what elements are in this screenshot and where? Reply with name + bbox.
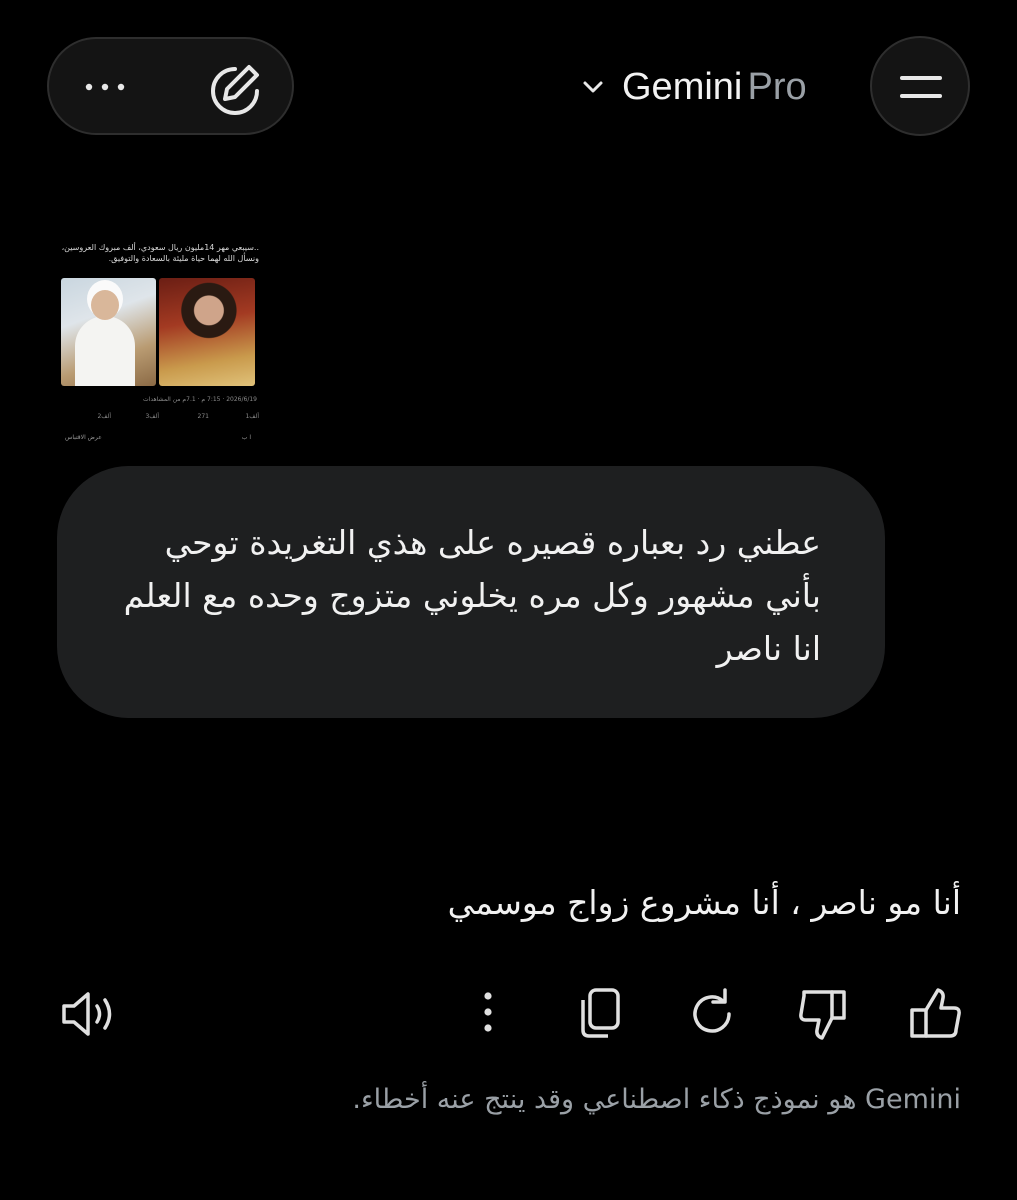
tweet-footer-left: عرض الاقتباس <box>65 434 102 441</box>
tweet-reposts: 271 <box>197 413 209 420</box>
tweet-text: ..سيبعي مهر 14مليون ريال سعودي، ألف مبرو… <box>61 243 259 263</box>
model-response-text: أنا مو ناصر ، أنا مشروع زواج موسمي <box>447 883 961 922</box>
model-switcher[interactable]: Gemini Pro <box>580 60 807 114</box>
copy-icon <box>581 988 620 1038</box>
regenerate-button[interactable] <box>682 984 742 1044</box>
tweet-bookmarks: 2ألف <box>97 413 111 420</box>
menu-button[interactable] <box>870 36 970 136</box>
tweet-likes: 3ألف <box>145 413 159 420</box>
header-actions-pill <box>47 37 294 135</box>
user-message-bubble[interactable]: عطني رد بعباره قصيره على هذي التغريدة تو… <box>57 466 885 718</box>
tweet-replies: 1ألف <box>245 413 259 420</box>
user-message-text: عطني رد بعباره قصيره على هذي التغريدة تو… <box>123 523 821 668</box>
tweet-actions: 1ألف 271 3ألف 2ألف <box>59 413 259 425</box>
app-tier: Pro <box>747 65 807 108</box>
tweet-photo-bride <box>159 278 255 386</box>
new-chat-pen-icon[interactable] <box>205 61 265 115</box>
tweet-meta: 2026/6/19 · 7:15 م · 7.1م من المشاهدات <box>143 396 257 403</box>
like-button[interactable] <box>904 984 964 1044</box>
dislike-button[interactable] <box>794 984 854 1044</box>
tweet-footer-right: ا ب <box>241 434 251 441</box>
thumbs-up-icon <box>910 988 961 1038</box>
speaker-icon <box>62 992 112 1036</box>
tweet-photo-groom <box>61 278 156 386</box>
more-horizontal-icon[interactable] <box>81 72 129 102</box>
disclaimer-text: Gemini هو نموذج ذكاء اصطناعي وقد ينتج عن… <box>352 1084 961 1115</box>
refresh-icon <box>693 988 731 1033</box>
listen-button[interactable] <box>60 984 120 1044</box>
menu-icon <box>900 76 942 98</box>
chevron-down-icon <box>583 81 603 93</box>
copy-button[interactable] <box>570 984 630 1044</box>
more-options-button[interactable] <box>458 984 518 1044</box>
more-vertical-icon <box>484 992 492 1032</box>
app-title: Gemini <box>622 65 743 108</box>
thumbs-down-icon <box>799 990 846 1040</box>
attached-tweet-image[interactable]: ..سيبعي مهر 14مليون ريال سعودي، ألف مبرو… <box>55 236 265 456</box>
